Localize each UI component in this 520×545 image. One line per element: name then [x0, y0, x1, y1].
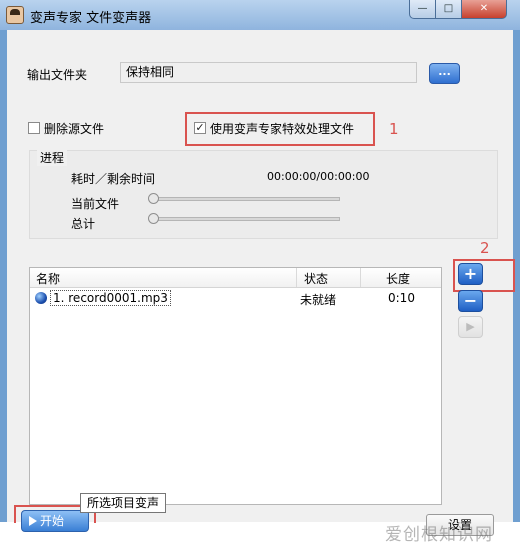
maximize-button[interactable]: □ [435, 0, 462, 19]
add-file-button[interactable]: + [458, 263, 483, 285]
file-list-header: 名称 状态 长度 [30, 268, 441, 288]
current-file-progress-knob[interactable] [148, 193, 159, 204]
time-label: 耗时／剩余时间 [71, 172, 156, 186]
progress-group-label: 进程 [37, 149, 68, 166]
window-title: 变声专家 文件变声器 [30, 11, 152, 26]
client-area: 输出文件夹 保持相同 ... 删除源文件 ✓ 使用变声专家特效处理文件 1 进程… [7, 30, 515, 545]
close-button[interactable]: ✕ [461, 0, 507, 19]
column-header-name[interactable]: 名称 [36, 270, 60, 287]
title-bar[interactable]: 变声专家 文件变声器 — □ ✕ [0, 0, 520, 30]
file-list[interactable]: 名称 状态 长度 1. record0001.mp3 未就绪 0:10 [29, 267, 442, 505]
watermark: 爱创根知识网 [385, 525, 493, 545]
total-progress-track [152, 217, 340, 221]
column-header-length[interactable]: 长度 [386, 270, 410, 287]
delete-source-checkbox[interactable] [28, 122, 40, 134]
output-folder-field[interactable]: 保持相同 [120, 62, 417, 83]
app-window: 变声专家 文件变声器 — □ ✕ 输出文件夹 保持相同 ... 删除源文件 ✓ … [0, 0, 520, 545]
minimize-button[interactable]: — [409, 0, 436, 19]
app-logo-icon [6, 6, 24, 24]
file-name: 1. record0001.mp3 [50, 290, 171, 306]
play-preview-button[interactable]: ▶ [458, 316, 483, 338]
file-length: 0:10 [388, 291, 415, 305]
column-header-status[interactable]: 状态 [304, 270, 328, 287]
annotation-marker-1: 1 [389, 120, 399, 138]
audio-file-icon [35, 292, 47, 304]
output-folder-label: 输出文件夹 [27, 68, 88, 82]
annotation-marker-2: 2 [480, 239, 490, 257]
delete-source-label: 删除源文件 [44, 122, 105, 136]
current-file-progress-track [152, 197, 340, 201]
total-label: 总计 [71, 217, 96, 231]
file-status: 未就绪 [300, 293, 337, 307]
current-file-label: 当前文件 [71, 197, 120, 211]
tooltip: 所选项目变声 [80, 493, 167, 513]
total-progress-knob[interactable] [148, 213, 159, 224]
browse-button[interactable]: ... [429, 63, 460, 84]
remove-file-button[interactable]: − [458, 290, 483, 312]
time-value: 00:00:00/00:00:00 [267, 170, 370, 183]
annotation-box-1 [185, 112, 375, 146]
